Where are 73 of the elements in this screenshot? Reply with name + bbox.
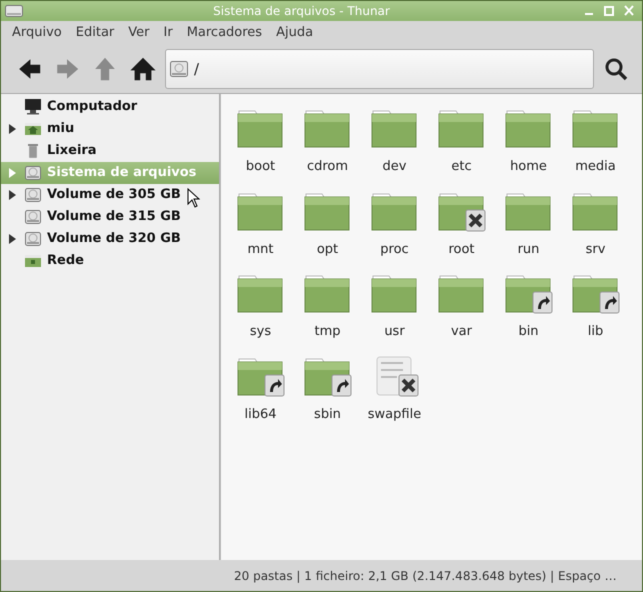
menu-item[interactable]: Ir xyxy=(156,23,180,43)
file-name[interactable]: proc xyxy=(380,240,409,259)
file-name[interactable]: media xyxy=(575,157,616,176)
folder-icon[interactable] xyxy=(572,108,620,150)
file-name[interactable]: cdrom xyxy=(306,157,348,176)
folder-icon[interactable] xyxy=(370,108,418,150)
file-name[interactable]: swapfile xyxy=(368,404,422,424)
folder-icon[interactable] xyxy=(304,273,352,315)
file-name[interactable]: srv xyxy=(586,240,606,259)
folder-icon[interactable] xyxy=(438,273,486,315)
folder-icon[interactable] xyxy=(304,190,352,232)
sidebar-item[interactable]: Volume de 315 GB xyxy=(1,206,219,228)
folder-icon[interactable] xyxy=(304,108,352,150)
file-name[interactable]: mnt xyxy=(248,240,274,259)
file-name[interactable]: lib64 xyxy=(244,404,277,424)
file-name[interactable]: bin xyxy=(518,322,539,342)
folder-shortcut-icon[interactable] xyxy=(304,356,352,398)
folder-icon[interactable] xyxy=(572,190,620,232)
folder-icon[interactable] xyxy=(438,108,486,150)
folder-icon[interactable] xyxy=(504,108,552,150)
folder-icon[interactable] xyxy=(504,190,552,232)
file-name[interactable]: boot xyxy=(246,157,276,176)
file-name[interactable]: home xyxy=(510,157,547,176)
drive-icon xyxy=(24,230,42,248)
menu-item[interactable]: Arquivo xyxy=(5,23,69,43)
expander-icon[interactable] xyxy=(9,190,16,200)
drive-icon xyxy=(24,208,42,226)
file-name[interactable]: root xyxy=(448,240,475,259)
sidebar-item[interactable]: miu xyxy=(1,118,219,140)
folder-icon[interactable] xyxy=(236,273,284,315)
window-title: Sistema de arquivos - Thunar xyxy=(212,3,391,20)
sidebar-item[interactable]: Rede xyxy=(1,250,219,272)
menu-item[interactable]: Ver xyxy=(121,23,156,43)
file-name[interactable]: etc xyxy=(451,157,472,176)
sidebar-item[interactable]: Volume de 320 GB xyxy=(1,228,219,250)
locked-folder-icon[interactable] xyxy=(438,190,486,232)
menu-item[interactable]: Editar xyxy=(68,23,122,43)
drive-icon xyxy=(5,5,23,17)
folder-icon[interactable] xyxy=(370,190,418,232)
file-name[interactable]: var xyxy=(450,322,472,342)
file-name[interactable]: sys xyxy=(250,322,272,342)
path-text: / xyxy=(194,58,200,80)
drive-icon xyxy=(24,186,42,204)
drive-icon xyxy=(170,61,188,77)
folder-shortcut-icon[interactable] xyxy=(236,356,284,398)
expander-icon[interactable] xyxy=(9,124,16,134)
sidebar-item[interactable]: Volume de 305 GB xyxy=(1,184,219,206)
sidebar-item[interactable]: Lixeira xyxy=(1,140,219,162)
expander-icon[interactable] xyxy=(9,234,16,244)
folder-icon[interactable] xyxy=(370,273,418,315)
folder-icon[interactable] xyxy=(236,108,284,150)
network-folder-icon xyxy=(24,252,42,270)
folder-icon[interactable] xyxy=(236,190,284,232)
file-name[interactable]: dev xyxy=(382,157,406,176)
file-name[interactable]: opt xyxy=(316,240,338,259)
menu-item[interactable]: Ajuda xyxy=(269,23,320,43)
drive-icon xyxy=(24,164,42,182)
monitor-icon xyxy=(24,98,42,116)
location-field[interactable]: / xyxy=(165,49,594,89)
search-icon[interactable] xyxy=(604,57,628,81)
menu-item[interactable]: Marcadores xyxy=(180,23,270,43)
status-text: 20 pastas | 1 ficheiro: 2,1 GB (2.147.483.648 bytes) | Espaço … xyxy=(233,568,617,584)
home-folder-icon xyxy=(24,120,42,138)
file-name[interactable]: lib xyxy=(588,322,604,342)
folder-shortcut-icon[interactable] xyxy=(572,273,620,315)
file-name[interactable]: sbin xyxy=(314,404,341,424)
house-icon[interactable] xyxy=(129,55,157,83)
sidebar-item[interactable]: Computador xyxy=(1,96,219,118)
folder-shortcut-icon[interactable] xyxy=(504,273,552,315)
file-name[interactable]: tmp xyxy=(314,322,340,342)
file-name[interactable]: usr xyxy=(384,322,405,342)
file-name[interactable]: run xyxy=(518,240,540,259)
mouse-pointer-icon xyxy=(187,188,200,208)
